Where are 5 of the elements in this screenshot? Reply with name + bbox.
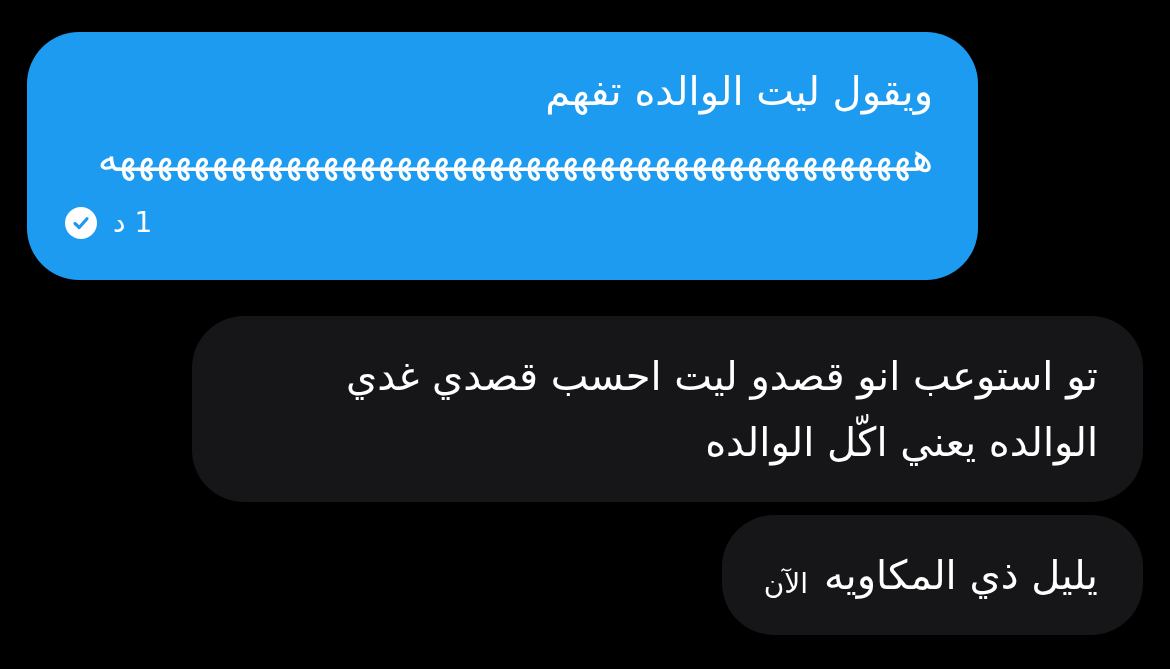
timestamp: 1 د	[113, 206, 153, 240]
message-text: تو استوعب انو قصدو ليت احسب قصدي غدي الوالده يعني اكّل الوالده	[345, 352, 1098, 468]
timestamp: الآن	[763, 567, 809, 601]
message-text: ويقول ليت الوالده تفهم ههههههههههههههههههههههههههههههههههههههههههههه	[96, 67, 933, 183]
message-text: يليل ذي المكاويه	[824, 551, 1098, 601]
